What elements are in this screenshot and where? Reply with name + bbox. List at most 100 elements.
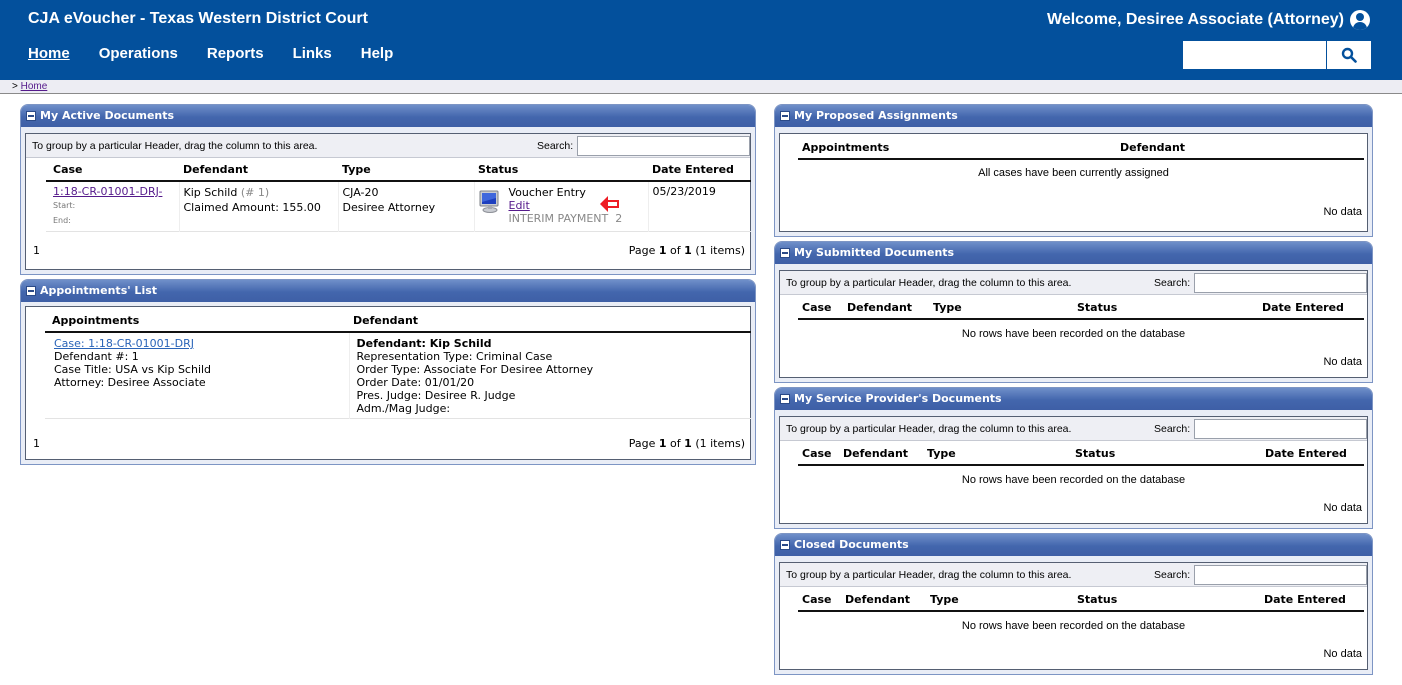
column-header-case[interactable]: Case	[802, 447, 832, 460]
group-by-area[interactable]: To group by a particular Header, drag th…	[780, 563, 1367, 587]
breadcrumb-home[interactable]: Home	[21, 81, 48, 92]
column-header-type[interactable]: Type	[338, 159, 474, 182]
grid-search-input[interactable]	[1194, 419, 1367, 439]
collapse-icon[interactable]	[780, 394, 790, 404]
submitted-grid: To group by a particular Header, drag th…	[779, 270, 1368, 378]
welcome-text: Welcome, Desiree Associate (Attorney)	[1047, 11, 1344, 28]
service-provider-grid: To group by a particular Header, drag th…	[779, 416, 1368, 524]
appointment-defendant-number: Defendant #: 1	[54, 350, 139, 363]
column-header-status[interactable]: Status	[1075, 447, 1115, 460]
column-header-defendant[interactable]: Defendant	[349, 310, 751, 333]
active-documents-table: Case Defendant Type Status Date Entered …	[46, 159, 751, 232]
type-attorney: Desiree Attorney	[342, 201, 436, 214]
pager-number[interactable]: 1	[33, 244, 40, 257]
column-header-defendant[interactable]: Defendant	[1120, 141, 1185, 154]
grid-search-input[interactable]	[1194, 565, 1367, 585]
column-header-defendant[interactable]: Defendant	[847, 301, 912, 314]
empty-message: No rows have been recorded on the databa…	[961, 620, 1186, 632]
column-header-type[interactable]: Type	[930, 593, 959, 606]
search-label: Search:	[1154, 423, 1191, 435]
proposed-assignments-panel: My Proposed Assignments Appointments Def…	[774, 104, 1373, 237]
global-search-button[interactable]	[1327, 41, 1371, 69]
panel-title: Closed Documents	[794, 538, 909, 551]
table-row: Case: 1:18-CR-01001-DRJ Defendant #: 1 C…	[45, 332, 751, 419]
magistrate-judge: Adm./Mag Judge:	[356, 402, 451, 415]
pager-summary: Page 1 of 1 (1 items)	[628, 244, 745, 257]
case-link[interactable]: 1:18-CR-01001-DRJ-	[53, 185, 162, 198]
panel-header: Closed Documents	[775, 534, 1372, 556]
nav-help[interactable]: Help	[361, 45, 394, 62]
column-header-case[interactable]: Case	[46, 159, 179, 182]
column-header-date-entered[interactable]: Date Entered	[1262, 301, 1344, 314]
table-row: 1:18-CR-01001-DRJ- Start: End: Kip Schil…	[46, 181, 751, 232]
no-data-label: No data	[1323, 356, 1362, 368]
collapse-icon[interactable]	[780, 111, 790, 121]
column-header-case[interactable]: Case	[802, 301, 832, 314]
column-header-case[interactable]: Case	[802, 593, 832, 606]
collapse-icon[interactable]	[780, 248, 790, 258]
group-by-area[interactable]: To group by a particular Header, drag th…	[780, 271, 1367, 295]
global-search-input[interactable]	[1183, 41, 1326, 69]
no-data-label: No data	[1323, 648, 1362, 660]
active-documents-panel: My Active Documents To group by a partic…	[20, 104, 756, 275]
group-hint: To group by a particular Header, drag th…	[786, 569, 1072, 581]
nav-links[interactable]: Links	[293, 45, 332, 62]
grid-search-input[interactable]	[577, 136, 750, 156]
group-hint: To group by a particular Header, drag th…	[786, 423, 1072, 435]
order-date: Order Date: 01/01/20	[356, 376, 475, 389]
panel-header: My Submitted Documents	[775, 242, 1372, 264]
collapse-icon[interactable]	[26, 111, 36, 121]
group-hint: To group by a particular Header, drag th…	[32, 140, 318, 152]
search-label: Search:	[1154, 569, 1191, 581]
appointment-case-title: Case Title: USA vs Kip Schild	[54, 363, 212, 376]
active-documents-grid: To group by a particular Header, drag th…	[25, 133, 751, 270]
date-entered: 05/23/2019	[652, 185, 716, 198]
nav-operations[interactable]: Operations	[99, 45, 178, 62]
column-header-type[interactable]: Type	[933, 301, 962, 314]
column-header-defendant[interactable]: Defendant	[179, 159, 338, 182]
defendant-name: Kip Schild	[183, 186, 238, 199]
appointments-table: Appointments Defendant Case: 1:18-CR-010…	[45, 310, 751, 419]
group-by-area[interactable]: To group by a particular Header, drag th…	[26, 134, 750, 158]
column-header-date-entered[interactable]: Date Entered	[1265, 447, 1347, 460]
panel-header: Appointments' List	[21, 280, 755, 302]
submitted-documents-panel: My Submitted Documents To group by a par…	[774, 241, 1373, 383]
panel-header: My Active Documents	[21, 105, 755, 127]
column-header-status[interactable]: Status	[1077, 593, 1117, 606]
column-header-appointments[interactable]: Appointments	[45, 310, 349, 333]
collapse-icon[interactable]	[26, 286, 36, 296]
search-icon	[1341, 47, 1357, 63]
grid-search-input[interactable]	[1194, 273, 1367, 293]
appointment-case-link[interactable]: Case: 1:18-CR-01001-DRJ	[54, 337, 194, 350]
column-header-appointments[interactable]: Appointments	[802, 141, 889, 154]
order-type: Order Type: Associate For Desiree Attorn…	[356, 363, 594, 376]
column-header-date-entered[interactable]: Date Entered	[1264, 593, 1346, 606]
presiding-judge: Pres. Judge: Desiree R. Judge	[356, 389, 516, 402]
nav-reports[interactable]: Reports	[207, 45, 264, 62]
column-header-status[interactable]: Status	[474, 159, 648, 182]
nav-home[interactable]: Home	[28, 45, 70, 62]
panel-header: My Proposed Assignments	[775, 105, 1372, 127]
user-circle-icon[interactable]	[1350, 10, 1370, 30]
top-bar: CJA eVoucher - Texas Western District Co…	[0, 0, 1402, 80]
appointments-grid: Appointments Defendant Case: 1:18-CR-010…	[25, 306, 751, 460]
column-header-defendant[interactable]: Defendant	[845, 593, 910, 606]
column-header-type[interactable]: Type	[927, 447, 956, 460]
column-header-defendant[interactable]: Defendant	[843, 447, 908, 460]
panel-title: My Service Provider's Documents	[794, 392, 1002, 405]
computer-monitor-icon	[479, 190, 498, 213]
app-title: CJA eVoucher - Texas Western District Co…	[28, 10, 368, 27]
column-header-status[interactable]: Status	[1077, 301, 1117, 314]
column-header-date-entered[interactable]: Date Entered	[648, 159, 751, 182]
group-by-area[interactable]: To group by a particular Header, drag th…	[780, 417, 1367, 441]
appointments-panel: Appointments' List Appointments Defendan…	[20, 279, 756, 465]
representation-type: Representation Type: Criminal Case	[356, 350, 553, 363]
edit-link[interactable]: Edit	[509, 199, 530, 212]
main-nav: Home Operations Reports Links Help	[28, 45, 422, 62]
collapse-icon[interactable]	[780, 540, 790, 550]
welcome-user[interactable]: Welcome, Desiree Associate (Attorney)	[1047, 10, 1370, 30]
panel-title: My Submitted Documents	[794, 246, 955, 259]
pager-number[interactable]: 1	[33, 437, 40, 450]
breadcrumb-separator: >	[12, 81, 18, 92]
no-data-label: No data	[1323, 206, 1362, 218]
